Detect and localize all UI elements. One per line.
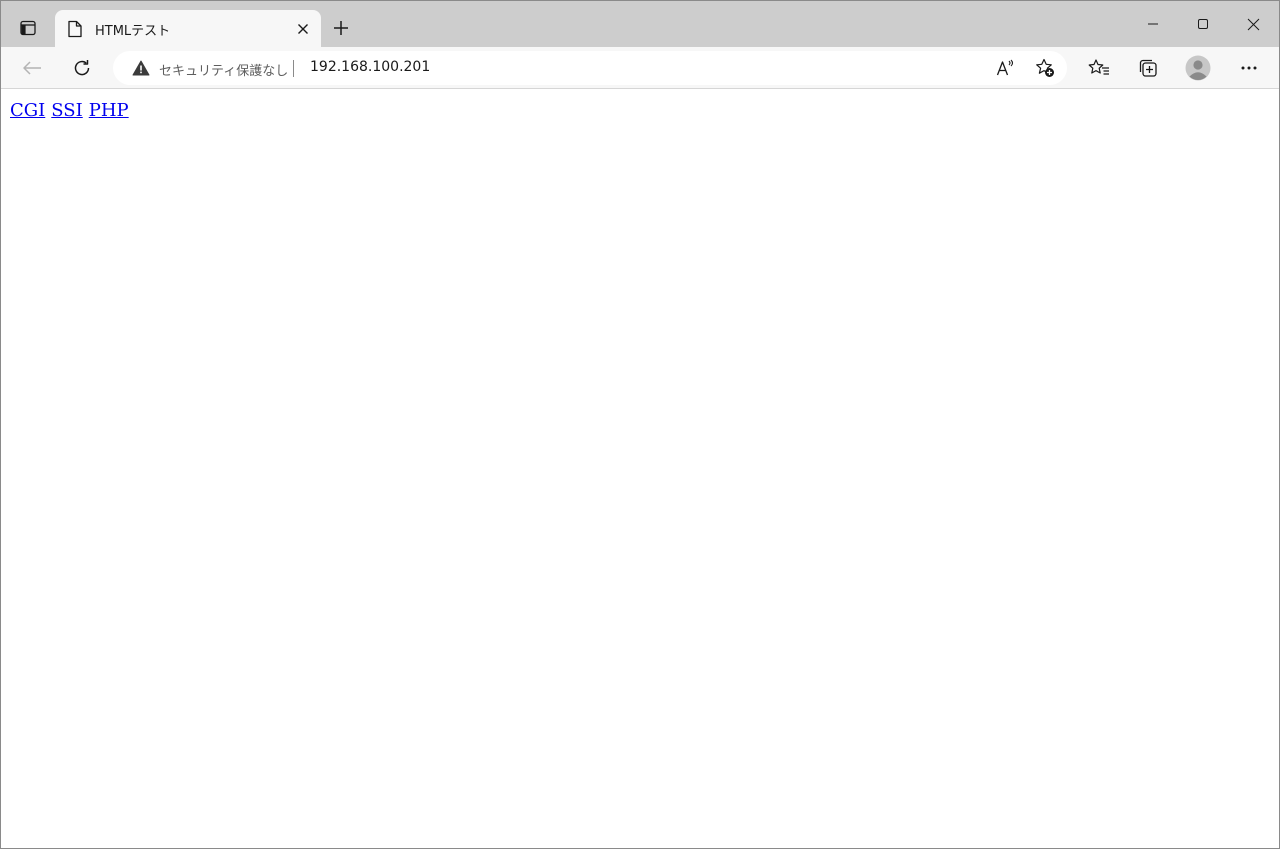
maximize-icon [1198, 19, 1208, 29]
browser-window: HTMLテスト セキュリティ保護なし 192.168.100.201 CGI S… [0, 0, 1280, 849]
collections-button[interactable] [1132, 52, 1164, 84]
minimize-button[interactable] [1129, 1, 1177, 47]
tab-actions-button[interactable] [13, 13, 43, 43]
profile-button[interactable] [1182, 52, 1214, 84]
close-window-button[interactable] [1229, 1, 1277, 47]
link-cgi[interactable]: CGI [10, 100, 45, 121]
maximize-button[interactable] [1179, 1, 1227, 47]
tab-close-button[interactable] [293, 19, 313, 39]
arrow-left-icon [23, 61, 41, 75]
favorites-button[interactable] [1083, 52, 1115, 84]
close-icon [1247, 18, 1259, 30]
minimize-icon [1148, 23, 1158, 25]
read-aloud-icon [996, 59, 1014, 76]
tab-actions-icon [20, 20, 36, 36]
url-text[interactable]: 192.168.100.201 [310, 59, 430, 75]
more-icon [1241, 66, 1257, 70]
link-list: CGI SSI PHP [10, 100, 135, 121]
avatar-icon [1185, 55, 1211, 81]
refresh-icon [74, 60, 90, 76]
link-ssi[interactable]: SSI [51, 100, 82, 121]
back-button[interactable] [16, 52, 48, 84]
address-divider [293, 60, 294, 77]
toolbar: セキュリティ保護なし 192.168.100.201 [1, 47, 1279, 89]
page-content: CGI SSI PHP [1, 90, 1279, 848]
add-favorite-button[interactable] [1030, 53, 1060, 83]
tab-active[interactable]: HTMLテスト [55, 10, 321, 47]
security-status-label[interactable]: セキュリティ保護なし [159, 60, 288, 79]
favorites-icon [1088, 59, 1109, 75]
address-bar[interactable]: セキュリティ保護なし 192.168.100.201 [113, 51, 1067, 85]
new-tab-button[interactable] [327, 14, 355, 42]
tab-title: HTMLテスト [95, 24, 171, 39]
document-icon [68, 20, 82, 38]
tab-strip: HTMLテスト [1, 1, 1279, 47]
collections-icon [1139, 59, 1157, 77]
read-aloud-button[interactable] [991, 53, 1021, 83]
star-add-icon [1036, 58, 1054, 77]
refresh-button[interactable] [66, 52, 98, 84]
link-php[interactable]: PHP [89, 100, 129, 121]
plus-icon [334, 21, 348, 35]
close-icon [298, 24, 308, 34]
settings-menu-button[interactable] [1233, 52, 1265, 84]
warning-icon [132, 60, 150, 76]
